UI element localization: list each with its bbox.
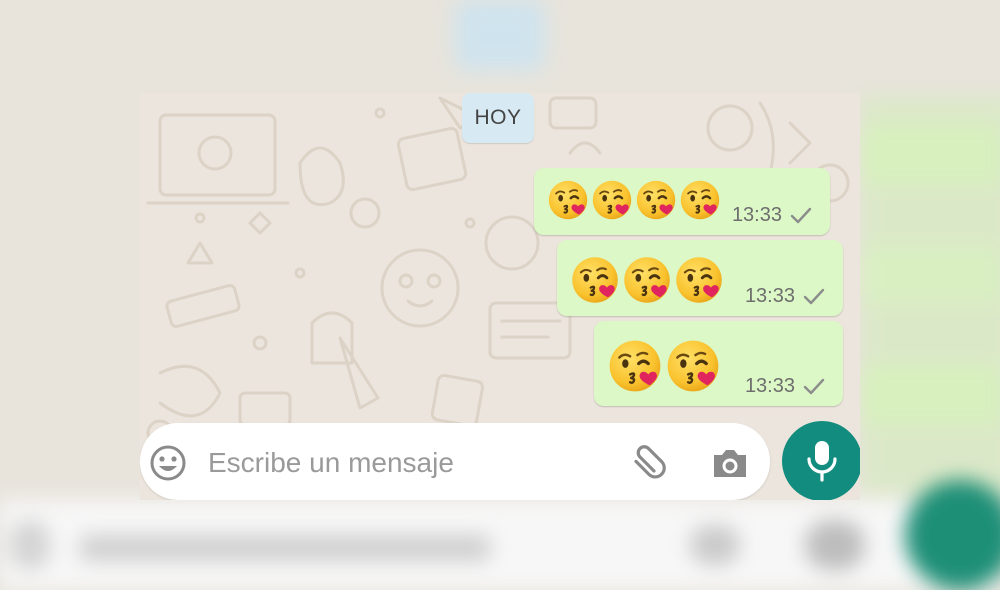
message-time: 13:33	[744, 285, 795, 307]
kissing-face-emoji	[621, 254, 673, 306]
kissing-face-emoji	[546, 178, 590, 222]
kissing-face-emoji	[634, 178, 678, 222]
outgoing-message[interactable]: 13:33	[557, 240, 843, 316]
kissing-face-emoji	[590, 178, 634, 222]
message-composer	[140, 423, 770, 500]
blurred-side-bubbles	[860, 95, 1000, 495]
single-check-icon	[803, 378, 825, 394]
single-check-icon	[803, 288, 825, 304]
message-emojis	[546, 178, 722, 222]
message-input[interactable]	[206, 443, 600, 483]
message-meta: 13:33	[745, 285, 825, 308]
paperclip-icon[interactable]	[626, 441, 670, 485]
message-meta: 13:33	[732, 204, 812, 227]
blurred-date-pill	[455, 0, 545, 70]
date-divider: HOY	[462, 93, 534, 143]
date-divider-label: HOY	[474, 106, 522, 129]
chat-panel: HOY 13:33 13:33 13:33	[140, 93, 860, 500]
message-emojis	[569, 254, 725, 306]
kissing-face-emoji	[673, 254, 725, 306]
kissing-face-emoji	[664, 337, 722, 395]
kissing-face-emoji	[606, 337, 664, 395]
single-check-icon	[790, 207, 812, 223]
kissing-face-emoji	[569, 254, 621, 306]
blurred-bottom-bar	[0, 480, 1000, 590]
voice-record-button[interactable]	[782, 421, 860, 500]
smiley-icon[interactable]	[148, 443, 188, 483]
message-emojis	[606, 337, 722, 395]
message-time: 13:33	[744, 375, 795, 397]
message-time: 13:33	[731, 204, 782, 226]
camera-icon[interactable]	[708, 441, 752, 485]
microphone-icon	[807, 441, 837, 482]
kissing-face-emoji	[678, 178, 722, 222]
outgoing-message[interactable]: 13:33	[594, 321, 843, 406]
message-meta: 13:33	[745, 375, 825, 398]
outgoing-message[interactable]: 13:33	[534, 168, 830, 235]
